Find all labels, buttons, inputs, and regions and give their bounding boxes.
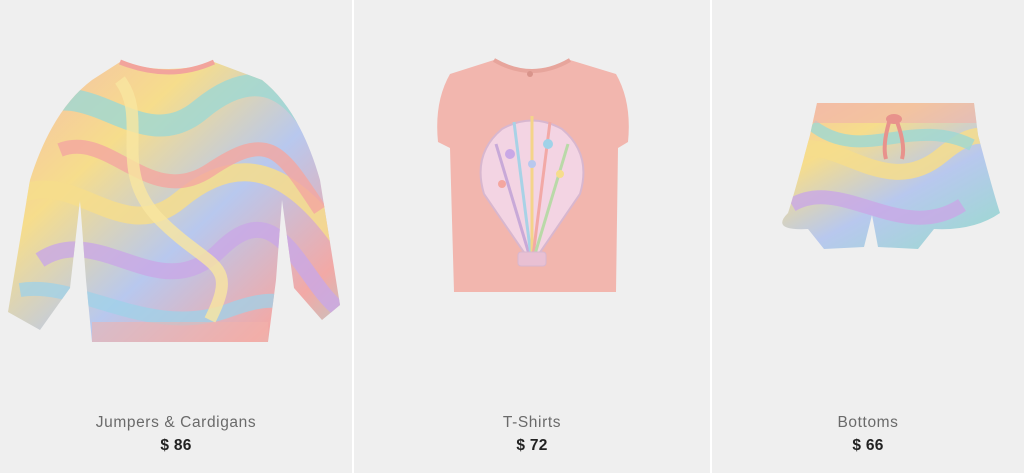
product-card-jumpers[interactable]: Jumpers & Cardigans $ 86 bbox=[0, 0, 352, 473]
product-price: $ 66 bbox=[852, 437, 884, 454]
seashell-tshirt-icon bbox=[437, 58, 629, 292]
product-card-tshirts[interactable]: T-Shirts $ 72 bbox=[354, 0, 710, 473]
marble-print-shorts-icon bbox=[782, 103, 1000, 249]
product-category-label[interactable]: Jumpers & Cardigans bbox=[0, 414, 352, 432]
product-image-jumper[interactable] bbox=[0, 0, 352, 400]
product-price: $ 72 bbox=[516, 437, 548, 454]
product-price: $ 86 bbox=[160, 437, 192, 454]
product-category-label[interactable]: T-Shirts bbox=[354, 414, 710, 432]
product-image-tshirt[interactable] bbox=[354, 0, 710, 400]
product-card-bottoms[interactable]: Bottoms $ 66 bbox=[712, 0, 1024, 473]
product-category-label[interactable]: Bottoms bbox=[712, 414, 1024, 432]
product-category-grid: Jumpers & Cardigans $ 86 T-Shirts $ 72 B… bbox=[0, 0, 1024, 473]
product-image-shorts[interactable] bbox=[712, 0, 1024, 400]
marble-print-jumper-icon bbox=[8, 59, 340, 342]
